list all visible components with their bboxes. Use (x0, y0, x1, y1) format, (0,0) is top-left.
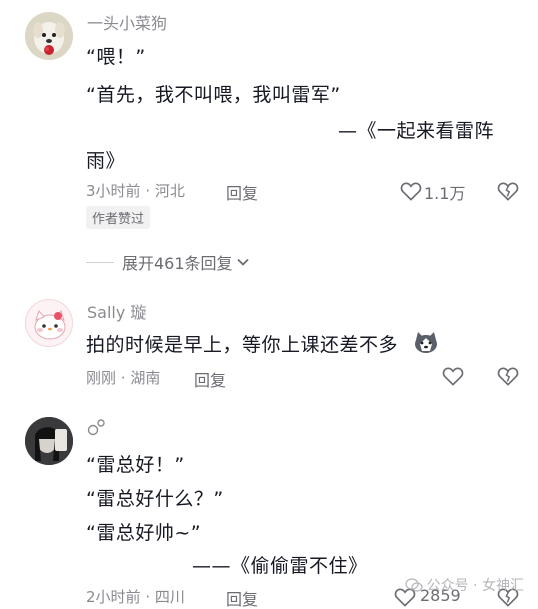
husky-emoji-icon (415, 332, 437, 353)
chevron-down-icon (236, 258, 249, 266)
comment-line: —《一起来看雷阵 (338, 120, 495, 142)
expand-replies-label: 展开461条回复 (122, 254, 233, 273)
author-liked-badge: 作者赞过 (86, 206, 151, 229)
comment-2: Sally 璇 拍的时候是早上，等你上课还差不多 刚刚 · 湖南 回复 (0, 290, 538, 400)
username[interactable]: Sally 璇 (87, 299, 146, 323)
person-avatar-icon (25, 417, 73, 465)
meta-separator: · (145, 588, 155, 606)
comment-meta: 刚刚 · 湖南 (86, 367, 160, 388)
comment-line: “雷总好什么？” (86, 488, 224, 510)
heart-icon[interactable] (442, 366, 464, 386)
reply-button[interactable]: 回复 (226, 586, 258, 609)
wechat-icon (405, 578, 423, 592)
avatar[interactable] (25, 417, 73, 465)
divider (86, 261, 114, 263)
comment-line: “喂！” (86, 46, 146, 68)
meta-separator: · (120, 369, 131, 387)
watermark: 公众号 · 女神汇 (405, 575, 524, 595)
comment-meta: 3小时前 · 河北 (86, 180, 185, 201)
broken-heart-icon[interactable] (497, 181, 519, 201)
broken-heart-icon[interactable] (497, 366, 519, 386)
comment-1: 一头小菜狗 “喂！” “首先，我不叫喂，我叫雷军” —《一起来看雷阵 雨》 3小… (0, 0, 538, 240)
watermark-text: 公众号 · 女神汇 (426, 578, 524, 594)
cat-avatar-icon (34, 309, 66, 340)
comment-line: 雨》 (86, 150, 126, 172)
expand-replies-button[interactable]: 展开461条回复 (86, 250, 250, 274)
location: 河北 (154, 182, 185, 200)
timestamp: 刚刚 (86, 369, 117, 387)
avatar[interactable] (25, 12, 73, 60)
avatar[interactable] (25, 299, 73, 347)
username-symbol-icon[interactable] (87, 417, 109, 437)
reply-button[interactable]: 回复 (194, 367, 226, 391)
comment-line: “雷总好帅~” (86, 522, 202, 544)
comment-meta: 2小时前 · 四川 (86, 586, 185, 607)
reply-button[interactable]: 回复 (226, 180, 258, 204)
timestamp: 2小时前 (86, 588, 141, 606)
dog-avatar-icon (25, 12, 73, 60)
location: 四川 (154, 588, 185, 606)
location: 湖南 (130, 369, 161, 387)
username[interactable]: 一头小菜狗 (87, 10, 167, 34)
heart-icon[interactable] (400, 181, 422, 201)
meta-separator: · (145, 182, 155, 200)
comment-line: “雷总好！” (86, 454, 185, 476)
comment-line: ——《偷偷雷不住》 (192, 555, 368, 577)
timestamp: 3小时前 (86, 182, 141, 200)
like-count: 1.1万 (424, 184, 466, 203)
comment-line: “首先，我不叫喂，我叫雷军” (86, 84, 341, 106)
comment-line: 拍的时候是早上，等你上课还差不多 (86, 334, 399, 356)
